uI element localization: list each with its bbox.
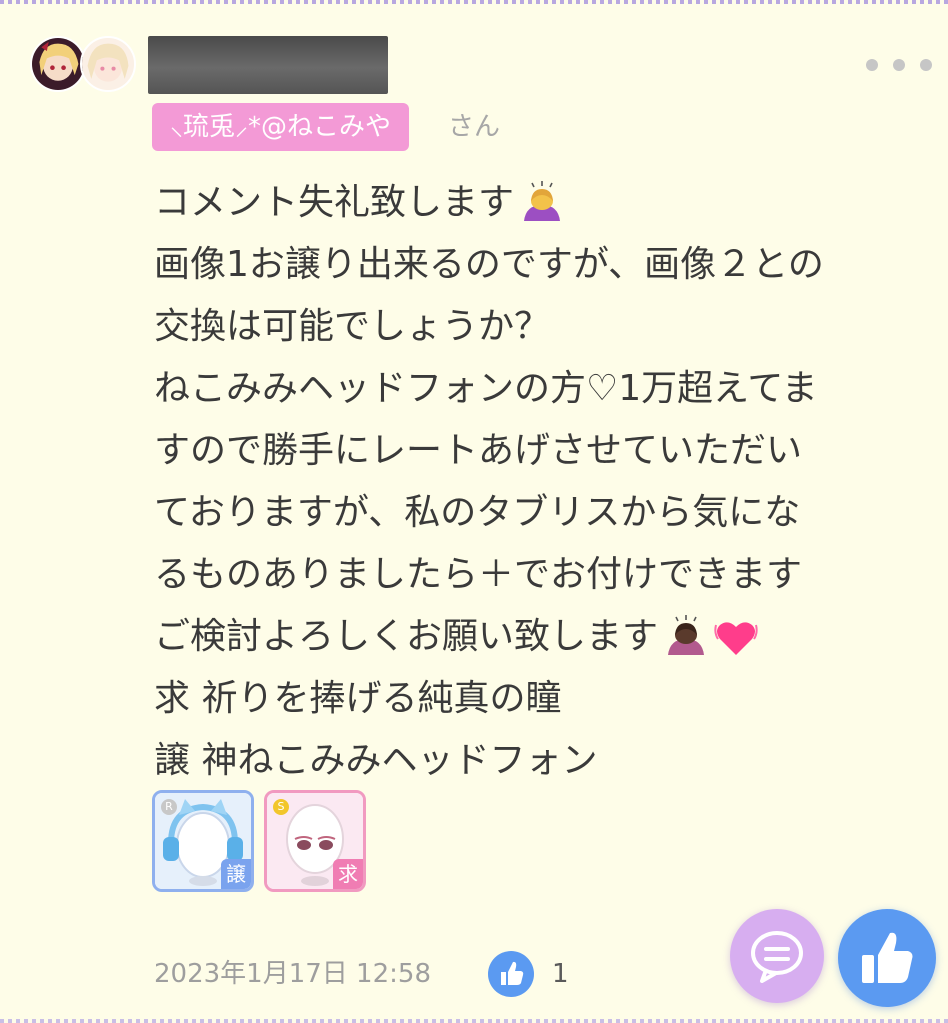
like-button[interactable]: [838, 909, 936, 1007]
comment-line: るものありましたら＋でお付けできます: [154, 544, 934, 606]
rarity-badge: R: [161, 799, 177, 815]
comment-line: コメント失礼致します: [154, 172, 934, 234]
comment-line-text: るものありましたら＋でお付けできます: [154, 554, 803, 595]
comment-timestamp: 2023年1月17日 12:58: [154, 959, 431, 989]
offer-item-card[interactable]: R 譲: [152, 790, 254, 892]
comment-line: ねこみみヘッドフォンの方♡1万超えてま: [154, 358, 934, 420]
request-item-card[interactable]: S 求: [264, 790, 366, 892]
person-bowing-emoji: [520, 181, 564, 225]
dot: [893, 59, 905, 71]
reply-button[interactable]: [730, 909, 824, 1003]
comment-line: 求 祈りを捧げる純真の瞳: [154, 668, 934, 730]
comment-line-text: 画像1お譲り出来るのですが、画像２との: [154, 244, 824, 285]
reply-mention-tag[interactable]: ⸜琉兎⸝*@ねこみや: [152, 103, 410, 151]
give-tag: 譲: [221, 859, 251, 889]
growing-heart-emoji: [714, 615, 758, 659]
comment-line-text: 譲 神ねこみみヘッドフォン: [154, 740, 598, 781]
comment-body: コメント失礼致します 画像1お譲り出来るのですが、画像２との 交換は可能でしょう…: [154, 172, 934, 792]
thumbs-up-icon: [862, 932, 913, 983]
top-dashed-divider: [0, 0, 948, 4]
dot: [920, 59, 932, 71]
want-tag: 求: [333, 859, 363, 889]
bottom-dashed-divider: [0, 1019, 948, 1023]
comment-line: 交換は可能でしょうか？: [154, 296, 934, 358]
redacted-username: [148, 36, 388, 94]
commenter-avatar[interactable]: [30, 36, 86, 92]
comment-line-text: 交換は可能でしょうか？: [154, 306, 551, 347]
comment-line-text: コメント失礼致します: [154, 182, 515, 223]
speech-bubble-icon: [751, 931, 803, 983]
comment-line: 画像1お譲り出来るのですが、画像２との: [154, 234, 934, 296]
comment-line: ご検討よろしくお願い致します: [154, 606, 934, 668]
comment-line: すので勝手にレートあげさせていただい: [154, 420, 934, 482]
thumbs-up-icon[interactable]: [488, 951, 534, 997]
dot: [866, 59, 878, 71]
comment-line-text: すので勝手にレートあげさせていただい: [154, 430, 803, 471]
comment-line-text: ご検討よろしくお願い致します: [154, 616, 659, 657]
rarity-badge: S: [273, 799, 289, 815]
comment-line-text: 求 祈りを捧げる純真の瞳: [154, 678, 562, 719]
person-bowing-emoji: [664, 615, 708, 659]
comment-line: 譲 神ねこみみヘッドフォン: [154, 730, 934, 792]
comment-line-text: ねこみみヘッドフォンの方♡1万超えてま: [154, 368, 818, 409]
like-count: 1: [552, 959, 569, 989]
honorific-label: さん: [448, 112, 501, 142]
comment-line: ておりますが、私のタブリスから気にな: [154, 482, 934, 544]
comment-line-text: ておりますが、私のタブリスから気にな: [154, 492, 801, 533]
more-options-icon[interactable]: [866, 56, 932, 74]
second-avatar[interactable]: [80, 36, 136, 92]
